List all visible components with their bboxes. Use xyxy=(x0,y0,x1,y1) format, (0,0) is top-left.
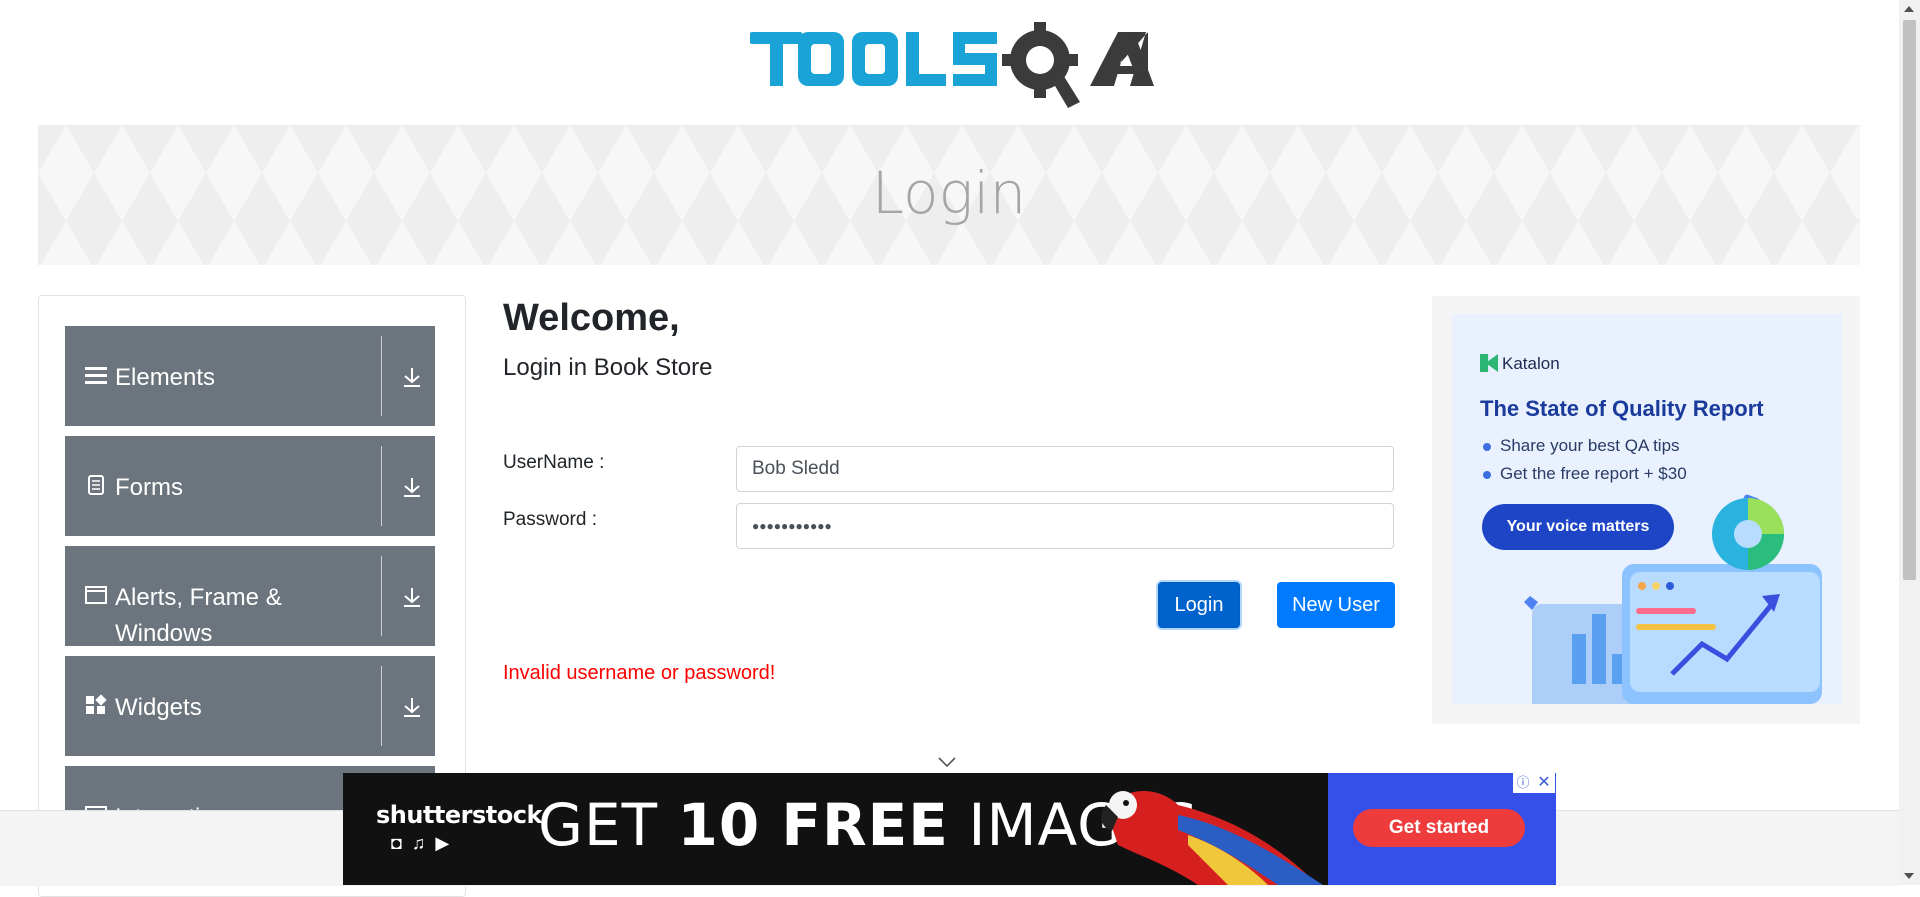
download-arrow-icon[interactable] xyxy=(401,586,423,608)
sidebar-group-elements[interactable]: Elements xyxy=(65,326,435,426)
divider xyxy=(381,666,382,746)
download-arrow-icon[interactable] xyxy=(401,696,423,718)
ad-info-icon[interactable]: ⓘ xyxy=(1513,773,1533,793)
scroll-down-arrow-icon[interactable] xyxy=(1904,873,1914,879)
sidebar-group-alerts-frame-windows[interactable]: Alerts, Frame & Windows xyxy=(65,546,435,647)
katalon-k-icon xyxy=(1480,354,1498,372)
divider xyxy=(381,446,382,526)
sidebar-group-label: Elements xyxy=(115,364,216,391)
username-input[interactable]: Bob Sledd xyxy=(736,446,1394,492)
katalon-brand: Katalon xyxy=(1502,354,1560,373)
widgets-icon xyxy=(86,694,107,714)
divider xyxy=(381,556,382,636)
document-icon xyxy=(88,475,104,495)
sidebar-group-widgets[interactable]: Widgets xyxy=(65,656,435,756)
sidebar-group-label: Alerts, Frame & Windows xyxy=(115,584,282,647)
sidebar-group-forms[interactable]: Forms xyxy=(65,436,435,536)
page-scrollbar[interactable] xyxy=(1899,0,1920,885)
menu-icon xyxy=(85,367,107,384)
play-icon: ▶ xyxy=(435,833,460,853)
ad-title: The State of Quality Report xyxy=(1480,396,1764,421)
katalon-logo: Katalon xyxy=(1480,354,1560,374)
headline-bold: 10 FREE xyxy=(677,791,949,859)
window-icon xyxy=(85,586,107,604)
ad-bullet: Get the free report + $30 xyxy=(1483,464,1687,483)
katalon-ad[interactable]: Katalon The State of Quality Report Shar… xyxy=(1432,296,1860,724)
login-button[interactable]: Login xyxy=(1158,582,1240,628)
welcome-heading: Welcome, xyxy=(503,297,680,339)
toolsqa-logo-image xyxy=(750,22,1154,108)
music-icon: ♫ xyxy=(411,833,436,853)
new-user-button[interactable]: New User xyxy=(1277,582,1395,628)
ad-close-icon[interactable]: ✕ xyxy=(1533,773,1555,793)
error-message: Invalid username or password! xyxy=(503,662,776,684)
page-banner: Login xyxy=(38,125,1860,265)
download-arrow-icon[interactable] xyxy=(401,366,423,388)
scroll-thumb[interactable] xyxy=(1903,20,1916,580)
get-started-button[interactable]: Get started xyxy=(1353,809,1525,847)
headline-prefix: GET xyxy=(538,791,659,859)
sidebar-group-label: Forms xyxy=(115,474,183,501)
toolsqa-logo[interactable] xyxy=(748,18,1154,114)
sidebar-group-label: Widgets xyxy=(115,694,202,721)
login-subtitle: Login in Book Store xyxy=(503,354,713,381)
shutterstock-ad[interactable]: shutterstock ◘♫▶ GET 10 FREE IMAGES Get … xyxy=(343,773,1556,885)
media-icons: ◘♫▶ xyxy=(391,833,459,854)
password-input[interactable]: ●●●●●●●●●●● xyxy=(736,503,1394,549)
parrot-image xyxy=(1101,791,1323,885)
chevron-down-icon[interactable] xyxy=(938,756,956,768)
scroll-up-arrow-icon[interactable] xyxy=(1904,6,1914,12)
shutterstock-logo: shutterstock xyxy=(376,801,542,829)
report-illustration xyxy=(1524,494,1822,704)
ad-bullet: Share your best QA tips xyxy=(1483,436,1680,455)
camera-icon: ◘ xyxy=(391,833,412,853)
page-title: Login xyxy=(871,159,1027,227)
download-arrow-icon[interactable] xyxy=(401,476,423,498)
password-label: Password : xyxy=(503,509,597,530)
divider xyxy=(381,336,382,416)
username-label: UserName : xyxy=(503,452,605,473)
ad-panel: Katalon The State of Quality Report Shar… xyxy=(1452,314,1842,704)
